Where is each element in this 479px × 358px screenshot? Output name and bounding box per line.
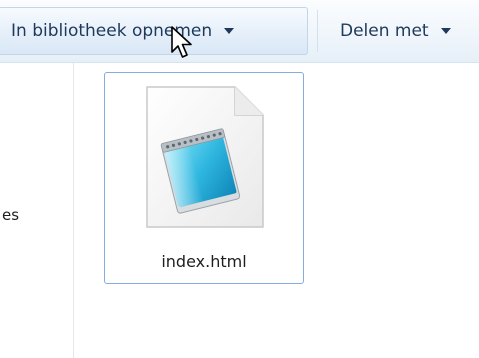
nav-item-label[interactable]: es — [2, 206, 19, 224]
navigation-pane: es — [0, 63, 74, 358]
mouse-pointer-icon — [171, 26, 192, 58]
chevron-down-icon — [224, 28, 235, 34]
chevron-down-icon — [440, 28, 451, 34]
share-with-label: Delen met — [340, 21, 429, 41]
include-in-library-button[interactable]: In bibliotheek opnemen — [0, 7, 308, 55]
share-with-button[interactable]: Delen met — [325, 7, 479, 55]
file-name-label: index.html — [161, 252, 247, 271]
file-item[interactable]: index.html — [104, 72, 304, 284]
command-bar: In bibliotheek opnemen Delen met — [0, 0, 479, 63]
toolbar-divider — [317, 10, 318, 52]
notepad-document-icon — [146, 86, 264, 228]
